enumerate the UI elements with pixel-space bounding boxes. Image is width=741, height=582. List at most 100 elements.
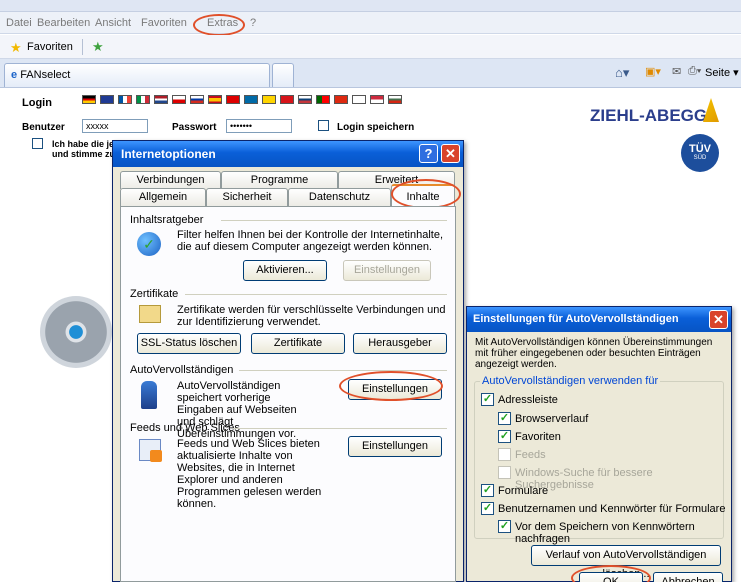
tab-fanselect[interactable]: e FANselect (4, 63, 270, 87)
flag-pl[interactable] (172, 95, 186, 104)
autocomplete-icon (141, 381, 157, 409)
agree-checkbox[interactable] (32, 138, 43, 149)
menu-extras[interactable]: Extras (207, 17, 238, 29)
menu-favoriten[interactable]: Favoriten (141, 17, 187, 29)
ssl-status-clear-button[interactable]: SSL-Status löschen (137, 333, 241, 354)
flag-tr[interactable] (280, 95, 294, 104)
close-button[interactable]: ✕ (709, 310, 728, 329)
flag-jp[interactable] (352, 95, 366, 104)
rss-icon (150, 450, 162, 462)
flag-uk[interactable] (100, 95, 114, 104)
save-login-label: Login speichern (337, 122, 415, 133)
flag-rs[interactable] (298, 95, 312, 104)
certificates-text: Zertifikate werden für verschlüsselte Ve… (177, 304, 446, 328)
feeds-icon[interactable]: ▣▾ (645, 65, 661, 78)
autocomplete-settings-button[interactable]: Einstellungen (348, 379, 442, 400)
checkbox-kennwoerter-nachfragen[interactable]: ✓ (498, 520, 511, 533)
favorites-button[interactable]: Favoriten (27, 41, 73, 53)
print-icon[interactable]: ⎙▾ (688, 65, 701, 78)
favorites-star-icon[interactable]: ★ (10, 40, 22, 56)
label-feeds: Feeds (515, 449, 546, 461)
home-icon[interactable]: ⌂▾ (615, 65, 629, 81)
menu-help[interactable]: ? (250, 17, 256, 29)
help-button[interactable]: ? (419, 144, 438, 163)
ziehl-abegg-logo: ZIEHL-ABEGG (590, 106, 708, 125)
checkbox-favoriten[interactable]: ✓ (498, 430, 511, 443)
password-label: Passwort (172, 122, 217, 133)
flag-fr[interactable] (118, 95, 132, 104)
certificates-header: Zertifikate (130, 288, 179, 300)
checkbox-adressleiste[interactable]: ✓ (481, 393, 494, 406)
flag-dk[interactable] (226, 95, 240, 104)
user-input[interactable]: xxxxx (82, 119, 148, 133)
cancel-button[interactable]: Abbrechen (653, 572, 723, 582)
publisher-button[interactable]: Herausgeber (353, 333, 447, 354)
tuv-sub-text: SÜD (693, 155, 707, 161)
tab-sicherheit[interactable]: Sicherheit (206, 188, 288, 206)
new-tab-button[interactable] (272, 63, 294, 87)
divider (233, 428, 447, 429)
checkbox-benutzernamen-kennwoerter[interactable]: ✓ (481, 502, 494, 515)
agree-text-1: Ich habe die je (52, 139, 115, 149)
mail-icon[interactable]: ✉ (672, 65, 681, 78)
checkbox-formulare[interactable]: ✓ (481, 484, 494, 497)
label-adressleiste: Adressleiste (498, 394, 558, 406)
save-login-checkbox[interactable] (318, 120, 329, 131)
content-advisor-icon: ✓ (137, 232, 161, 256)
checkbox-browserverlauf[interactable]: ✓ (498, 412, 511, 425)
ok-button[interactable]: OK (579, 572, 643, 582)
label-formulare: Formulare (498, 485, 549, 497)
tab-datenschutz[interactable]: Datenschutz (288, 188, 391, 206)
flag-bg[interactable] (388, 95, 402, 104)
flag-se[interactable] (244, 95, 258, 104)
address-bar-strip (0, 0, 741, 12)
ie-page-icon: e (11, 69, 18, 81)
close-button[interactable]: ✕ (441, 144, 460, 163)
flag-cn[interactable] (334, 95, 348, 104)
feeds-settings-button[interactable]: Einstellungen (348, 436, 442, 457)
content-advisor-settings-button[interactable]: Einstellungen (343, 260, 431, 281)
password-input[interactable]: ••••••• (226, 119, 292, 133)
checkbox-feeds[interactable] (498, 448, 511, 461)
tab-verbindungen[interactable]: Verbindungen (120, 171, 221, 189)
autocomplete-intro-text: Mit AutoVervollständigen können Übereins… (475, 337, 713, 370)
checkbox-windows-suche[interactable] (498, 466, 511, 479)
label-browserverlauf: Browserverlauf (515, 413, 589, 425)
flag-es[interactable] (208, 95, 222, 104)
tab-inhalte[interactable]: Inhalte (391, 184, 455, 208)
flag-pt[interactable] (316, 95, 330, 104)
clear-autocomplete-history-button[interactable]: Verlauf von AutoVervollständigen löschen… (531, 545, 721, 580)
tab-bar: e FANselect ⌂▾ ▣▾ ✉ ⎙▾ Seite ▾ (0, 59, 741, 88)
internet-options-titlebar: Internetoptionen ? ✕ (113, 141, 463, 167)
flag-id[interactable] (370, 95, 384, 104)
certificates-button[interactable]: Zertifikate (251, 333, 345, 354)
tab-title: FANselect (20, 69, 71, 81)
divider (185, 294, 447, 295)
divider (221, 220, 447, 221)
tab-allgemein[interactable]: Allgemein (120, 188, 206, 206)
menu-ansicht[interactable]: Ansicht (95, 17, 131, 29)
content-advisor-header: Inhaltsratgeber (130, 214, 204, 226)
flag-it[interactable] (136, 95, 150, 104)
menu-datei[interactable]: Datei (6, 17, 32, 29)
tab-programme[interactable]: Programme (221, 171, 338, 189)
menu-bearbeiten[interactable]: Bearbeiten (37, 17, 90, 29)
favorites-bar: ★ Favoriten ★ (0, 35, 741, 59)
internet-options-dialog: Internetoptionen ? ✕ Verbindungen Progra… (112, 140, 464, 582)
fan-image (40, 296, 112, 368)
add-favorite-icon[interactable]: ★ (92, 39, 104, 55)
internet-options-title: Internetoptionen (121, 147, 216, 161)
label-kennwoerter-nachfragen: Vor dem Speichern von Kennwörtern nachfr… (515, 521, 695, 545)
agree-text-2: und stimme zu (52, 149, 116, 159)
flag-de[interactable] (82, 95, 96, 104)
flag-nl[interactable] (154, 95, 168, 104)
autocomplete-header: AutoVervollständigen (130, 364, 234, 376)
flag-ru[interactable] (190, 95, 204, 104)
page-menu[interactable]: Seite ▾ (705, 66, 739, 79)
certificate-icon (139, 305, 161, 323)
tuv-badge: TÜV SÜD (681, 134, 719, 172)
activate-button[interactable]: Aktivieren... (243, 260, 327, 281)
flag-ro[interactable] (262, 95, 276, 104)
autocomplete-settings-title: Einstellungen für AutoVervollständigen (473, 313, 679, 325)
label-favoriten: Favoriten (515, 431, 561, 443)
